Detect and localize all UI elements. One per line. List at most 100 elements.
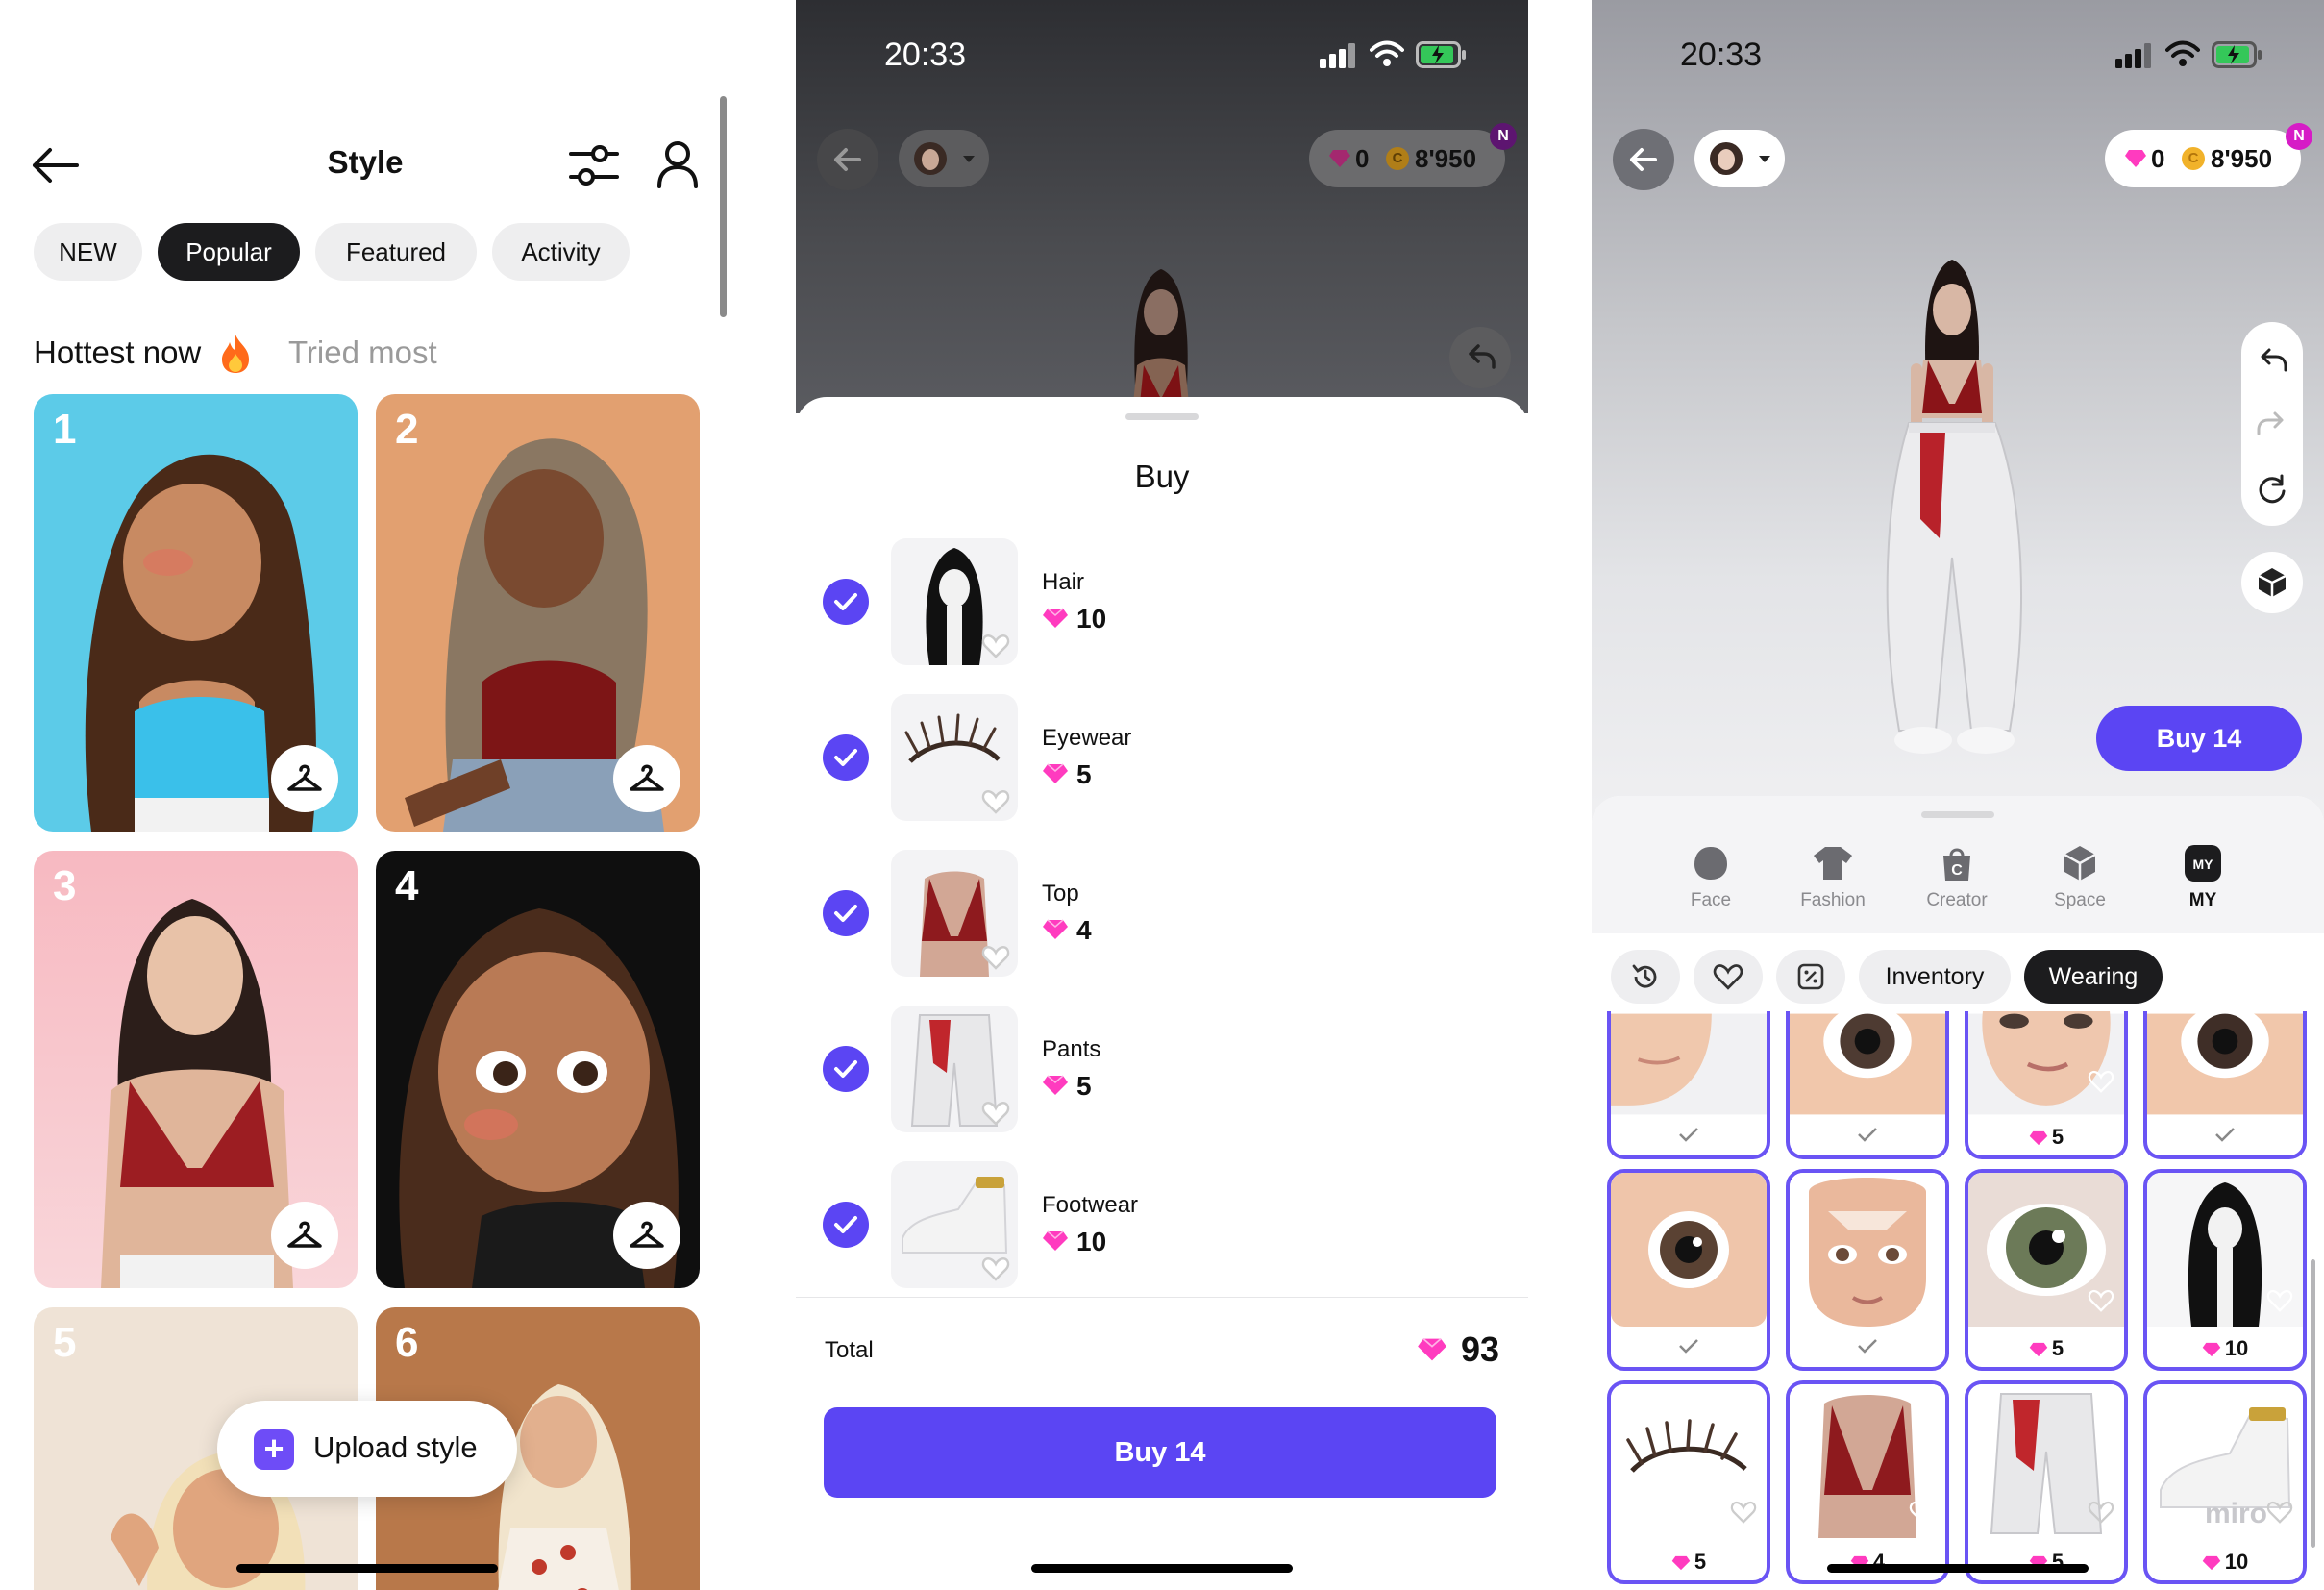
wearing-item-cell[interactable]	[1786, 1169, 1949, 1371]
item-checkbox[interactable]	[823, 890, 869, 936]
filter-sliders-icon[interactable]	[567, 140, 621, 190]
category-face[interactable]: Face	[1658, 844, 1764, 911]
buy-button[interactable]: Buy 14	[2096, 706, 2302, 771]
heart-icon[interactable]	[981, 944, 1010, 971]
tab-inventory[interactable]: Inventory	[1859, 950, 2011, 1004]
avatar-editor-panel: 20:33 0 C 8'950 N Buy 14 Face Fashion C …	[1592, 0, 2324, 1590]
contour-item-image	[1790, 1173, 1945, 1327]
style-card[interactable]: 4	[376, 851, 700, 1288]
reset-icon[interactable]	[2255, 472, 2289, 507]
heart-icon[interactable]	[1730, 1500, 1757, 1525]
wearing-item-cell[interactable]: 5	[1607, 1380, 1770, 1584]
favorites-filter[interactable]	[1694, 950, 1763, 1004]
sheet-grabber[interactable]	[1921, 811, 1994, 818]
upload-style-button[interactable]: + Upload style	[217, 1401, 517, 1497]
heart-icon[interactable]	[981, 788, 1010, 815]
wearing-item-cell[interactable]: 5	[1965, 1380, 2128, 1584]
heart-icon[interactable]	[2088, 1500, 2114, 1525]
wearing-item-cell[interactable]: 5	[1965, 1169, 2128, 1371]
category-my[interactable]: MY MY	[2150, 844, 2256, 911]
wearing-item-cell[interactable]	[2143, 1011, 2307, 1159]
item-label: Pants	[1042, 1036, 1101, 1062]
fire-icon	[222, 335, 249, 373]
item-checkbox[interactable]	[823, 1046, 869, 1092]
profile-icon[interactable]	[654, 138, 702, 190]
sheet-grabber[interactable]	[1125, 413, 1199, 420]
avatar-switcher[interactable]	[1694, 130, 1785, 187]
style-card[interactable]: 1	[34, 394, 358, 832]
currency-balance[interactable]: 0 C 8'950	[1309, 130, 1505, 187]
currency-balance[interactable]: 0 C 8'950	[2105, 130, 2301, 187]
buy-button[interactable]: Buy 14	[824, 1407, 1496, 1498]
item-thumbnail[interactable]	[891, 850, 1018, 977]
chip-new[interactable]: NEW	[34, 223, 142, 281]
wearing-item-cell[interactable]	[1607, 1169, 1770, 1371]
view-3d-button[interactable]	[2241, 552, 2303, 613]
item-checkbox[interactable]	[823, 734, 869, 781]
my-badge-icon: MY	[2185, 845, 2221, 882]
total-label: Total	[825, 1337, 874, 1363]
wearing-item-cell[interactable]: 5	[1965, 1011, 2128, 1159]
style-card[interactable]: 3	[34, 851, 358, 1288]
total-amount: 93	[1460, 1329, 1499, 1369]
notification-badge[interactable]: N	[2286, 123, 2312, 150]
heart-icon[interactable]	[981, 1100, 1010, 1127]
my-badge-text: MY	[2193, 857, 2214, 872]
buy-item-row: Eyewear 5	[796, 694, 1528, 829]
undo-icon[interactable]	[2255, 343, 2289, 378]
category-fashion[interactable]: Fashion	[1780, 844, 1886, 911]
avatar-switcher[interactable]	[899, 130, 989, 187]
item-thumbnail[interactable]	[891, 1161, 1018, 1288]
wearing-item-cell[interactable]: 10	[2143, 1169, 2307, 1371]
undo-button[interactable]	[1449, 327, 1511, 388]
gem-icon	[1671, 1556, 1691, 1571]
item-checkbox[interactable]	[823, 1202, 869, 1248]
redo-icon[interactable]	[2255, 407, 2289, 441]
coin-icon: C	[2182, 147, 2205, 170]
scrollbar[interactable]	[2311, 1259, 2315, 1548]
chip-featured[interactable]: Featured	[315, 223, 477, 281]
page-title: Style	[327, 144, 404, 180]
wearing-item-cell[interactable]: miro 10	[2143, 1380, 2307, 1584]
chip-popular[interactable]: Popular	[158, 223, 300, 281]
chip-activity[interactable]: Activity	[492, 223, 630, 281]
heart-icon[interactable]	[2088, 1288, 2114, 1313]
heart-icon[interactable]	[981, 1255, 1010, 1282]
try-on-button[interactable]	[271, 1202, 338, 1269]
rank-number: 2	[395, 406, 419, 453]
signal-icon	[2115, 43, 2151, 68]
discount-filter[interactable]	[1776, 950, 1845, 1004]
item-thumbnail[interactable]	[891, 538, 1018, 665]
tab-wearing[interactable]: Wearing	[2024, 950, 2163, 1004]
wifi-icon	[1370, 40, 1404, 66]
heart-icon[interactable]	[2266, 1500, 2293, 1525]
heart-icon[interactable]	[1909, 1500, 1936, 1525]
heart-icon[interactable]	[2266, 1288, 2293, 1313]
wearing-item-cell[interactable]: 4	[1786, 1380, 1949, 1584]
category-creator[interactable]: C Creator	[1904, 844, 2010, 911]
item-thumbnail[interactable]	[891, 1006, 1018, 1132]
back-button[interactable]	[1613, 129, 1674, 190]
back-button[interactable]	[817, 129, 878, 190]
style-card[interactable]: 2	[376, 394, 700, 832]
wearing-item-cell[interactable]	[1786, 1011, 1949, 1159]
try-on-button[interactable]	[613, 745, 680, 812]
notification-badge[interactable]: N	[1490, 123, 1517, 150]
history-filter[interactable]	[1611, 950, 1680, 1004]
gem-icon	[1043, 1230, 1068, 1251]
worn-check	[1790, 1336, 1945, 1361]
svg-text:C: C	[1951, 862, 1963, 879]
wearing-item-cell[interactable]	[1607, 1011, 1770, 1159]
tab-hottest-now[interactable]: Hottest now	[34, 335, 201, 371]
avatar-preview	[1132, 269, 1190, 413]
item-price-value: 10	[1076, 604, 1107, 634]
item-thumbnail[interactable]	[891, 694, 1018, 821]
tab-tried-most[interactable]: Tried most	[288, 335, 437, 371]
try-on-button[interactable]	[613, 1202, 680, 1269]
try-on-button[interactable]	[271, 745, 338, 812]
scrollbar[interactable]	[720, 96, 727, 317]
item-checkbox[interactable]	[823, 579, 869, 625]
heart-icon[interactable]	[981, 633, 1010, 659]
heart-icon[interactable]	[2088, 1069, 2114, 1094]
category-space[interactable]: Space	[2027, 844, 2133, 911]
